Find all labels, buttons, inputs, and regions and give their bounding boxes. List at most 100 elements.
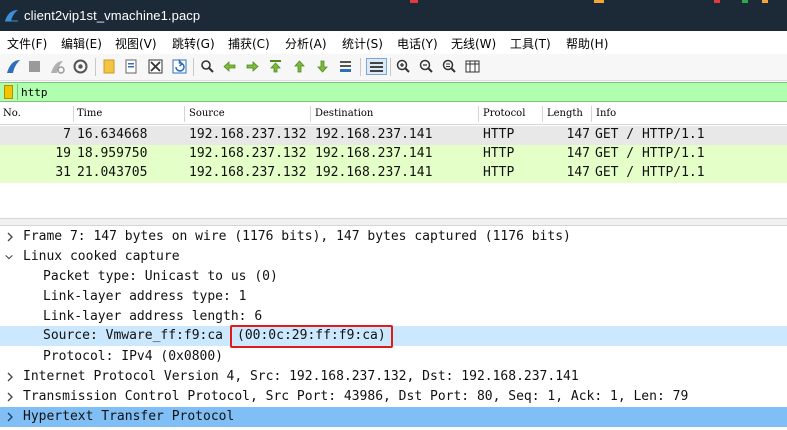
toolbar-separator xyxy=(193,58,194,76)
normal-size-icon[interactable] xyxy=(441,58,458,75)
detail-text: Packet type: Unicast to us (0) xyxy=(43,269,278,284)
reload-icon[interactable] xyxy=(171,58,188,75)
main-toolbar xyxy=(0,54,787,81)
packet-list: No. Time Source Destination Protocol Len… xyxy=(0,104,787,218)
packet-time: 21.043705 xyxy=(77,165,148,180)
detail-row-ipv4[interactable]: Internet Protocol Version 4, Src: 192.16… xyxy=(0,367,787,387)
bookmark-icon[interactable] xyxy=(4,85,13,99)
pane-splitter[interactable] xyxy=(0,218,787,226)
menu-capture[interactable]: 捕获(C) xyxy=(228,35,270,52)
packet-no: 19 xyxy=(55,146,71,161)
menu-edit[interactable]: 编辑(E) xyxy=(61,35,102,52)
autoscroll-icon[interactable] xyxy=(337,58,354,75)
find-icon[interactable] xyxy=(199,58,216,75)
file-icon[interactable] xyxy=(123,58,140,75)
detail-text: Link-layer address type: 1 xyxy=(43,289,247,304)
column-divider[interactable] xyxy=(184,106,185,122)
zoom-in-icon[interactable] xyxy=(395,58,412,75)
chevron-right-icon[interactable] xyxy=(5,231,15,243)
shark-fin-start-icon[interactable] xyxy=(5,58,22,75)
column-header-source[interactable]: Source xyxy=(189,108,225,119)
zoom-out-icon[interactable] xyxy=(418,58,435,75)
packet-length: 147 xyxy=(566,127,590,142)
close-file-icon[interactable] xyxy=(147,58,164,75)
menu-file[interactable]: 文件(F) xyxy=(7,35,47,52)
detail-row-frame[interactable]: Frame 7: 147 bytes on wire (1176 bits), … xyxy=(0,227,787,247)
stop-square-icon[interactable] xyxy=(26,58,43,75)
detail-row-protocol[interactable]: Protocol: IPv4 (0x0800) xyxy=(0,347,787,367)
detail-text: Link-layer address length: 6 xyxy=(43,309,263,324)
last-packet-icon[interactable] xyxy=(314,58,331,75)
column-header-no[interactable]: No. xyxy=(3,108,21,119)
packet-source: 192.168.237.132 xyxy=(189,127,307,142)
detail-text: Source: Vmware_ff:f9:ca xyxy=(43,328,224,343)
packet-length: 147 xyxy=(566,165,590,180)
detail-row-linux-cooked[interactable]: Linux cooked capture xyxy=(0,247,787,267)
detail-row-http[interactable]: Hypertext Transfer Protocol xyxy=(0,407,787,427)
restart-fin-icon[interactable] xyxy=(49,58,66,75)
menu-go[interactable]: 跳转(G) xyxy=(172,35,215,52)
go-back-icon[interactable] xyxy=(221,58,238,75)
detail-text: Transmission Control Protocol, Src Port:… xyxy=(23,389,689,404)
packet-info: GET / HTTP/1.1 xyxy=(595,127,705,142)
menu-statistics[interactable]: 统计(S) xyxy=(342,35,383,52)
column-divider[interactable] xyxy=(73,106,74,122)
go-to-packet-icon[interactable] xyxy=(267,58,284,75)
column-header-time[interactable]: Time xyxy=(77,108,102,119)
packet-destination: 192.168.237.141 xyxy=(315,165,433,180)
detail-row-tcp[interactable]: Transmission Control Protocol, Src Port:… xyxy=(0,387,787,407)
detail-row-packet-type[interactable]: Packet type: Unicast to us (0) xyxy=(0,267,787,287)
display-filter-bar xyxy=(0,82,787,102)
menu-analyze[interactable]: 分析(A) xyxy=(285,35,327,52)
toolbar-separator xyxy=(95,58,96,76)
chevron-right-icon[interactable] xyxy=(5,371,15,383)
packet-info: GET / HTTP/1.1 xyxy=(595,165,705,180)
packet-time: 16.634668 xyxy=(77,127,148,142)
detail-text: Internet Protocol Version 4, Src: 192.16… xyxy=(23,369,579,384)
column-divider[interactable] xyxy=(478,106,479,122)
detail-row-source[interactable]: Source: Vmware_ff:f9:ca (00:0c:29:ff:f9:… xyxy=(0,326,787,346)
packet-source: 192.168.237.132 xyxy=(189,165,307,180)
packet-row[interactable]: 31 21.043705 192.168.237.132 192.168.237… xyxy=(0,164,787,183)
column-header-length[interactable]: Length xyxy=(547,108,583,119)
column-header-info[interactable]: Info xyxy=(596,108,616,119)
chevron-down-icon[interactable] xyxy=(4,251,14,263)
column-divider[interactable] xyxy=(542,106,543,122)
packet-list-header: No. Time Source Destination Protocol Len… xyxy=(0,104,787,125)
detail-text: Protocol: IPv4 (0x0800) xyxy=(43,349,224,364)
window-title: client2vip1st_vmachine1.pacp xyxy=(24,8,201,23)
wireshark-fin-icon xyxy=(5,10,18,22)
title-bar: client2vip1st_vmachine1.pacp xyxy=(0,0,787,31)
packet-no: 7 xyxy=(63,127,71,142)
packet-row[interactable]: 19 18.959750 192.168.237.132 192.168.237… xyxy=(0,145,787,164)
display-filter-input[interactable] xyxy=(21,84,781,100)
packet-destination: 192.168.237.141 xyxy=(315,146,433,161)
menu-tools[interactable]: 工具(T) xyxy=(510,35,551,52)
resize-columns-icon[interactable] xyxy=(464,58,481,75)
column-divider[interactable] xyxy=(591,106,592,122)
menu-telephony[interactable]: 电话(Y) xyxy=(397,35,438,52)
capture-options-icon[interactable] xyxy=(72,58,89,75)
open-folder-icon[interactable] xyxy=(101,58,118,75)
colorize-icon[interactable] xyxy=(366,58,387,75)
chevron-right-icon[interactable] xyxy=(5,391,15,403)
first-packet-icon[interactable] xyxy=(291,58,308,75)
chevron-right-icon[interactable] xyxy=(5,411,15,423)
column-divider[interactable] xyxy=(310,106,311,122)
menu-help[interactable]: 帮助(H) xyxy=(566,35,608,52)
toolbar-separator xyxy=(390,58,391,76)
menu-wireless[interactable]: 无线(W) xyxy=(451,35,496,52)
packet-details-tree: Frame 7: 147 bytes on wire (1176 bits), … xyxy=(0,226,787,430)
go-forward-icon[interactable] xyxy=(244,58,261,75)
toolbar-separator xyxy=(360,58,361,76)
detail-row-link-layer-type[interactable]: Link-layer address type: 1 xyxy=(0,287,787,307)
column-header-protocol[interactable]: Protocol xyxy=(483,108,525,119)
menu-bar: 文件(F) 编辑(E) 视图(V) 跳转(G) 捕获(C) 分析(A) 统计(S… xyxy=(0,31,787,55)
packet-no: 31 xyxy=(55,165,71,180)
column-header-destination[interactable]: Destination xyxy=(315,108,373,119)
packet-protocol: HTTP xyxy=(483,127,515,142)
filter-separator xyxy=(17,84,18,100)
menu-view[interactable]: 视图(V) xyxy=(115,35,157,52)
packet-row[interactable]: 7 16.634668 192.168.237.132 192.168.237.… xyxy=(0,126,787,145)
detail-row-link-layer-length[interactable]: Link-layer address length: 6 xyxy=(0,307,787,327)
